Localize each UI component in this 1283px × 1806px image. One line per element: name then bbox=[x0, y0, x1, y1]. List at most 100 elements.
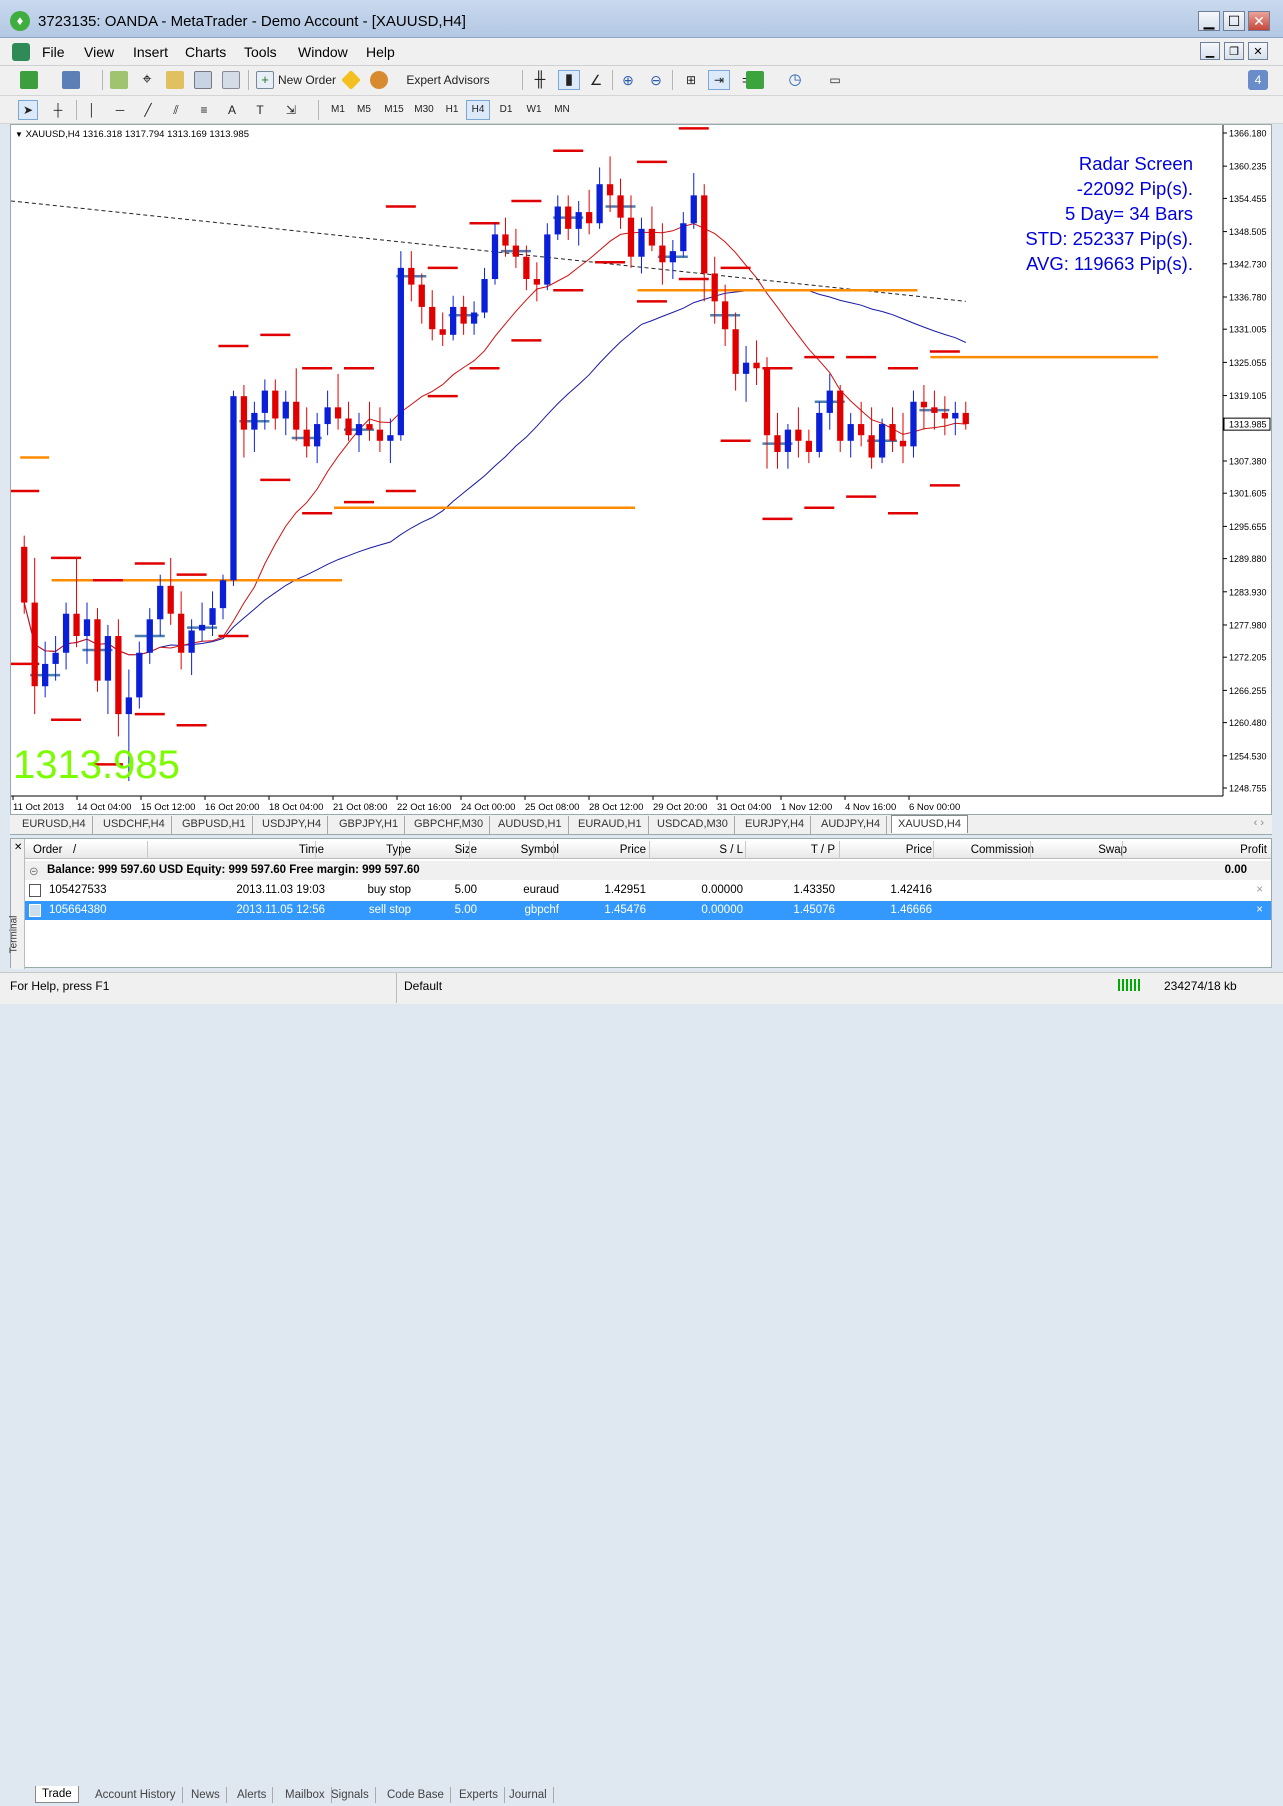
candle bbox=[554, 195, 561, 240]
zoom-in-icon[interactable]: ⊕ bbox=[618, 70, 638, 90]
notifications-icon[interactable]: 4 bbox=[1248, 70, 1268, 90]
text-label-icon[interactable]: T bbox=[250, 100, 270, 120]
chart-tab[interactable]: USDJPY,H4 bbox=[256, 816, 329, 834]
chart-tab[interactable]: USDCHF,H4 bbox=[97, 816, 172, 834]
column-header[interactable]: Order bbox=[33, 844, 62, 856]
trend-line[interactable] bbox=[10, 200, 966, 302]
timeframe-h4-button[interactable]: H4 bbox=[466, 100, 490, 120]
terminal-tab[interactable]: Experts bbox=[453, 1787, 505, 1803]
candle bbox=[512, 228, 520, 268]
line-chart-icon[interactable]: ∠ bbox=[586, 70, 606, 90]
crosshair-icon[interactable]: ┼ bbox=[48, 100, 68, 120]
column-header[interactable]: Time bbox=[299, 844, 324, 856]
zoom-out-icon[interactable]: ⊖ bbox=[646, 70, 666, 90]
chart-tab[interactable]: USDCAD,M30 bbox=[651, 816, 735, 834]
metaeditor-icon[interactable] bbox=[341, 70, 361, 90]
terminal-tab[interactable]: News bbox=[185, 1787, 227, 1803]
timeframe-h1-button[interactable]: H1 bbox=[440, 100, 464, 120]
tile-windows-icon[interactable]: ⊞ bbox=[680, 70, 702, 90]
column-header[interactable]: Profit bbox=[1240, 844, 1267, 856]
strategy-tester-icon[interactable] bbox=[222, 71, 240, 89]
cursor-icon[interactable]: ➤ bbox=[18, 100, 38, 120]
timeframe-m15-button[interactable]: M15 bbox=[380, 100, 408, 120]
templates-icon[interactable]: ▭ bbox=[824, 70, 846, 90]
order-row[interactable]: 105664380 2013.11.05 12:56 sell stop 5.00 gb… bbox=[25, 901, 1271, 920]
chart-tab[interactable]: GBPUSD,H1 bbox=[176, 816, 253, 834]
menu-help[interactable]: Help bbox=[366, 44, 395, 60]
tab-scroll-arrows-icon[interactable]: ‹ › bbox=[1254, 817, 1264, 829]
menu-window[interactable]: Window bbox=[298, 44, 348, 60]
arrows-icon[interactable]: ⇲ bbox=[278, 100, 304, 120]
navigator-icon[interactable] bbox=[166, 71, 184, 89]
profiles-icon[interactable] bbox=[62, 71, 80, 89]
maximize-button[interactable]: ☐ bbox=[1223, 11, 1245, 31]
child-minimize-button[interactable]: ▁ bbox=[1200, 42, 1220, 60]
expert-advisors-button[interactable]: Expert Advisors bbox=[392, 70, 504, 90]
column-header[interactable]: Price bbox=[906, 844, 932, 856]
new-chart-icon[interactable] bbox=[20, 71, 38, 89]
close-button[interactable]: ✕ bbox=[1248, 11, 1270, 31]
timeframe-mn-button[interactable]: MN bbox=[550, 100, 574, 120]
chart-tab[interactable]: EURUSD,H4 bbox=[16, 816, 93, 834]
chart-menu-arrow-icon[interactable]: ▼ bbox=[15, 130, 23, 139]
indicators-icon[interactable] bbox=[746, 71, 764, 89]
candle bbox=[470, 301, 478, 335]
terminal-icon[interactable] bbox=[194, 71, 212, 89]
chart-tab[interactable]: EURAUD,H1 bbox=[572, 816, 649, 834]
timeframe-m1-button[interactable]: M1 bbox=[326, 100, 350, 120]
chart-tab[interactable]: GBPCHF,M30 bbox=[408, 816, 491, 834]
child-restore-button[interactable]: ❐ bbox=[1224, 42, 1244, 60]
menu-view[interactable]: View bbox=[84, 44, 114, 60]
chart-tab[interactable]: XAUUSD,H4 bbox=[891, 815, 968, 833]
candlestick-icon[interactable]: ▮ bbox=[558, 70, 580, 90]
timeframe-m30-button[interactable]: M30 bbox=[410, 100, 438, 120]
horizontal-line-icon[interactable]: ─ bbox=[110, 100, 130, 120]
column-header[interactable]: Type bbox=[386, 844, 411, 856]
text-tool-icon[interactable]: A bbox=[222, 100, 242, 120]
data-window-icon[interactable]: ⌖ bbox=[138, 71, 156, 89]
collapse-icon[interactable]: ⊝ bbox=[29, 864, 39, 878]
menu-tools[interactable]: Tools bbox=[244, 44, 277, 60]
timeframe-w1-button[interactable]: W1 bbox=[522, 100, 546, 120]
terminal-tab[interactable]: Trade bbox=[35, 1786, 79, 1803]
terminal-tab[interactable]: Journal bbox=[503, 1787, 554, 1803]
terminal-tab[interactable]: Alerts bbox=[231, 1787, 274, 1803]
expert-advisors-icon[interactable] bbox=[370, 71, 388, 89]
fibonacci-icon[interactable]: ≡ bbox=[194, 100, 214, 120]
child-close-button[interactable]: ✕ bbox=[1248, 42, 1268, 60]
terminal-tab[interactable]: Code Base bbox=[381, 1787, 451, 1803]
chart-shift-icon[interactable]: ⇥ bbox=[708, 70, 730, 90]
minimize-button[interactable]: ▁ bbox=[1198, 11, 1220, 31]
terminal-close-icon[interactable]: ✕ bbox=[14, 842, 22, 853]
channel-icon[interactable]: ⫽ bbox=[166, 100, 186, 120]
terminal-tab[interactable]: Mailbox bbox=[279, 1787, 332, 1803]
column-header[interactable]: T / P bbox=[811, 844, 835, 856]
menu-file[interactable]: File bbox=[42, 44, 65, 60]
menu-insert[interactable]: Insert bbox=[133, 44, 168, 60]
column-header[interactable]: Size bbox=[455, 844, 477, 856]
column-header[interactable]: Commission bbox=[971, 844, 1034, 856]
delete-order-icon[interactable]: × bbox=[1256, 904, 1263, 916]
column-header[interactable]: / bbox=[73, 844, 76, 856]
periodicity-clock-icon[interactable]: ◷ bbox=[784, 70, 806, 90]
column-header[interactable]: Price bbox=[620, 844, 646, 856]
menu-charts[interactable]: Charts bbox=[185, 44, 226, 60]
terminal-tab[interactable]: Account History bbox=[89, 1787, 183, 1803]
terminal-tab[interactable]: Signals bbox=[325, 1787, 376, 1803]
trendline-icon[interactable]: ╱ bbox=[138, 100, 158, 120]
order-row[interactable]: 105427533 2013.11.03 19:03 buy stop 5.00 eur… bbox=[25, 881, 1271, 900]
timeframe-d1-button[interactable]: D1 bbox=[494, 100, 518, 120]
market-watch-icon[interactable] bbox=[110, 71, 128, 89]
timeframe-m5-button[interactable]: M5 bbox=[352, 100, 376, 120]
chart-tab[interactable]: AUDJPY,H4 bbox=[815, 816, 888, 834]
column-header[interactable]: S / L bbox=[719, 844, 743, 856]
chart-tab[interactable]: AUDUSD,H1 bbox=[492, 816, 569, 834]
vertical-line-icon[interactable]: │ bbox=[82, 100, 102, 120]
new-order-button[interactable]: New Order bbox=[276, 70, 338, 90]
chart-tab[interactable]: GBPJPY,H1 bbox=[333, 816, 406, 834]
new-order-icon[interactable]: + bbox=[256, 71, 274, 89]
bar-chart-icon[interactable]: ╫ bbox=[530, 70, 550, 90]
delete-order-icon[interactable]: × bbox=[1256, 884, 1263, 896]
chart-window[interactable]: 1366.180 1360.235 1354.455 1348.505 1342.730… bbox=[9, 110, 1272, 815]
chart-tab[interactable]: EURJPY,H4 bbox=[739, 816, 812, 834]
